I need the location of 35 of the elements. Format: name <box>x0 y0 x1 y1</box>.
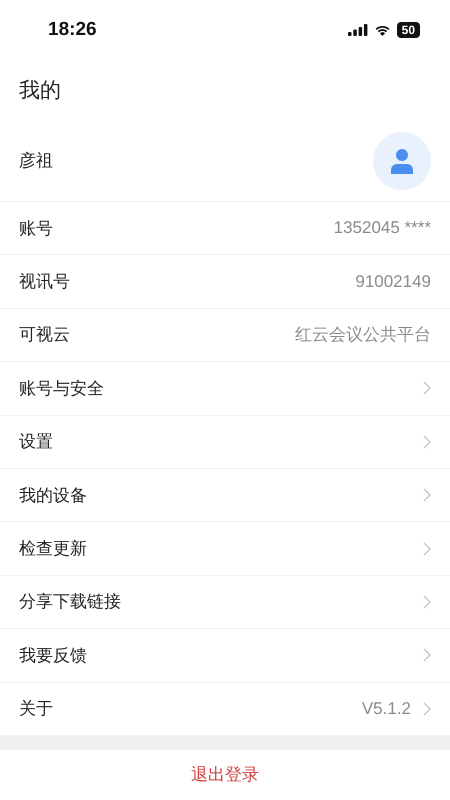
row-label: 账号 <box>19 218 53 240</box>
row-label: 我的设备 <box>19 484 87 507</box>
signal-icon <box>348 24 368 36</box>
row-label: 检查更新 <box>19 538 87 560</box>
row-label: 设置 <box>19 431 53 454</box>
wifi-icon <box>374 24 391 36</box>
profile-row[interactable]: 彦祖 <box>0 120 450 202</box>
chevron-right-icon <box>423 381 431 396</box>
person-icon <box>388 146 416 174</box>
row-label: 关于 <box>19 698 53 720</box>
menu-item[interactable]: 设置 <box>0 416 450 469</box>
menu-item[interactable]: 分享下载链接 <box>0 576 450 630</box>
chevron-right-icon <box>423 434 431 449</box>
battery-indicator: 50 <box>396 22 420 38</box>
page-title: 我的 <box>18 77 62 104</box>
chevron-right-icon <box>423 488 431 502</box>
row-value: 1352045 **** <box>334 218 431 238</box>
status-time: 18:26 <box>48 19 97 41</box>
row-label: 可视云 <box>19 324 70 346</box>
row-value: V5.1.2 <box>362 698 411 719</box>
row-label: 我要反馈 <box>19 644 87 667</box>
row-label: 账号与安全 <box>19 378 104 400</box>
menu-item[interactable]: 我要反馈 <box>0 629 450 683</box>
menu-item[interactable]: 我的设备 <box>0 468 450 522</box>
user-name: 彦祖 <box>19 150 53 172</box>
row-value: 红云会议公共平台 <box>295 324 431 346</box>
chevron-right-icon <box>423 702 431 716</box>
chevron-right-icon <box>423 594 431 609</box>
chevron-right-icon <box>423 542 431 556</box>
menu-item[interactable]: 检查更新 <box>0 522 450 576</box>
chevron-right-icon <box>423 648 431 662</box>
row-value: 91002149 <box>355 272 431 292</box>
row-label: 分享下载链接 <box>19 591 121 614</box>
row-label: 视讯号 <box>19 271 70 294</box>
menu-item[interactable]: 账号与安全 <box>0 362 450 416</box>
